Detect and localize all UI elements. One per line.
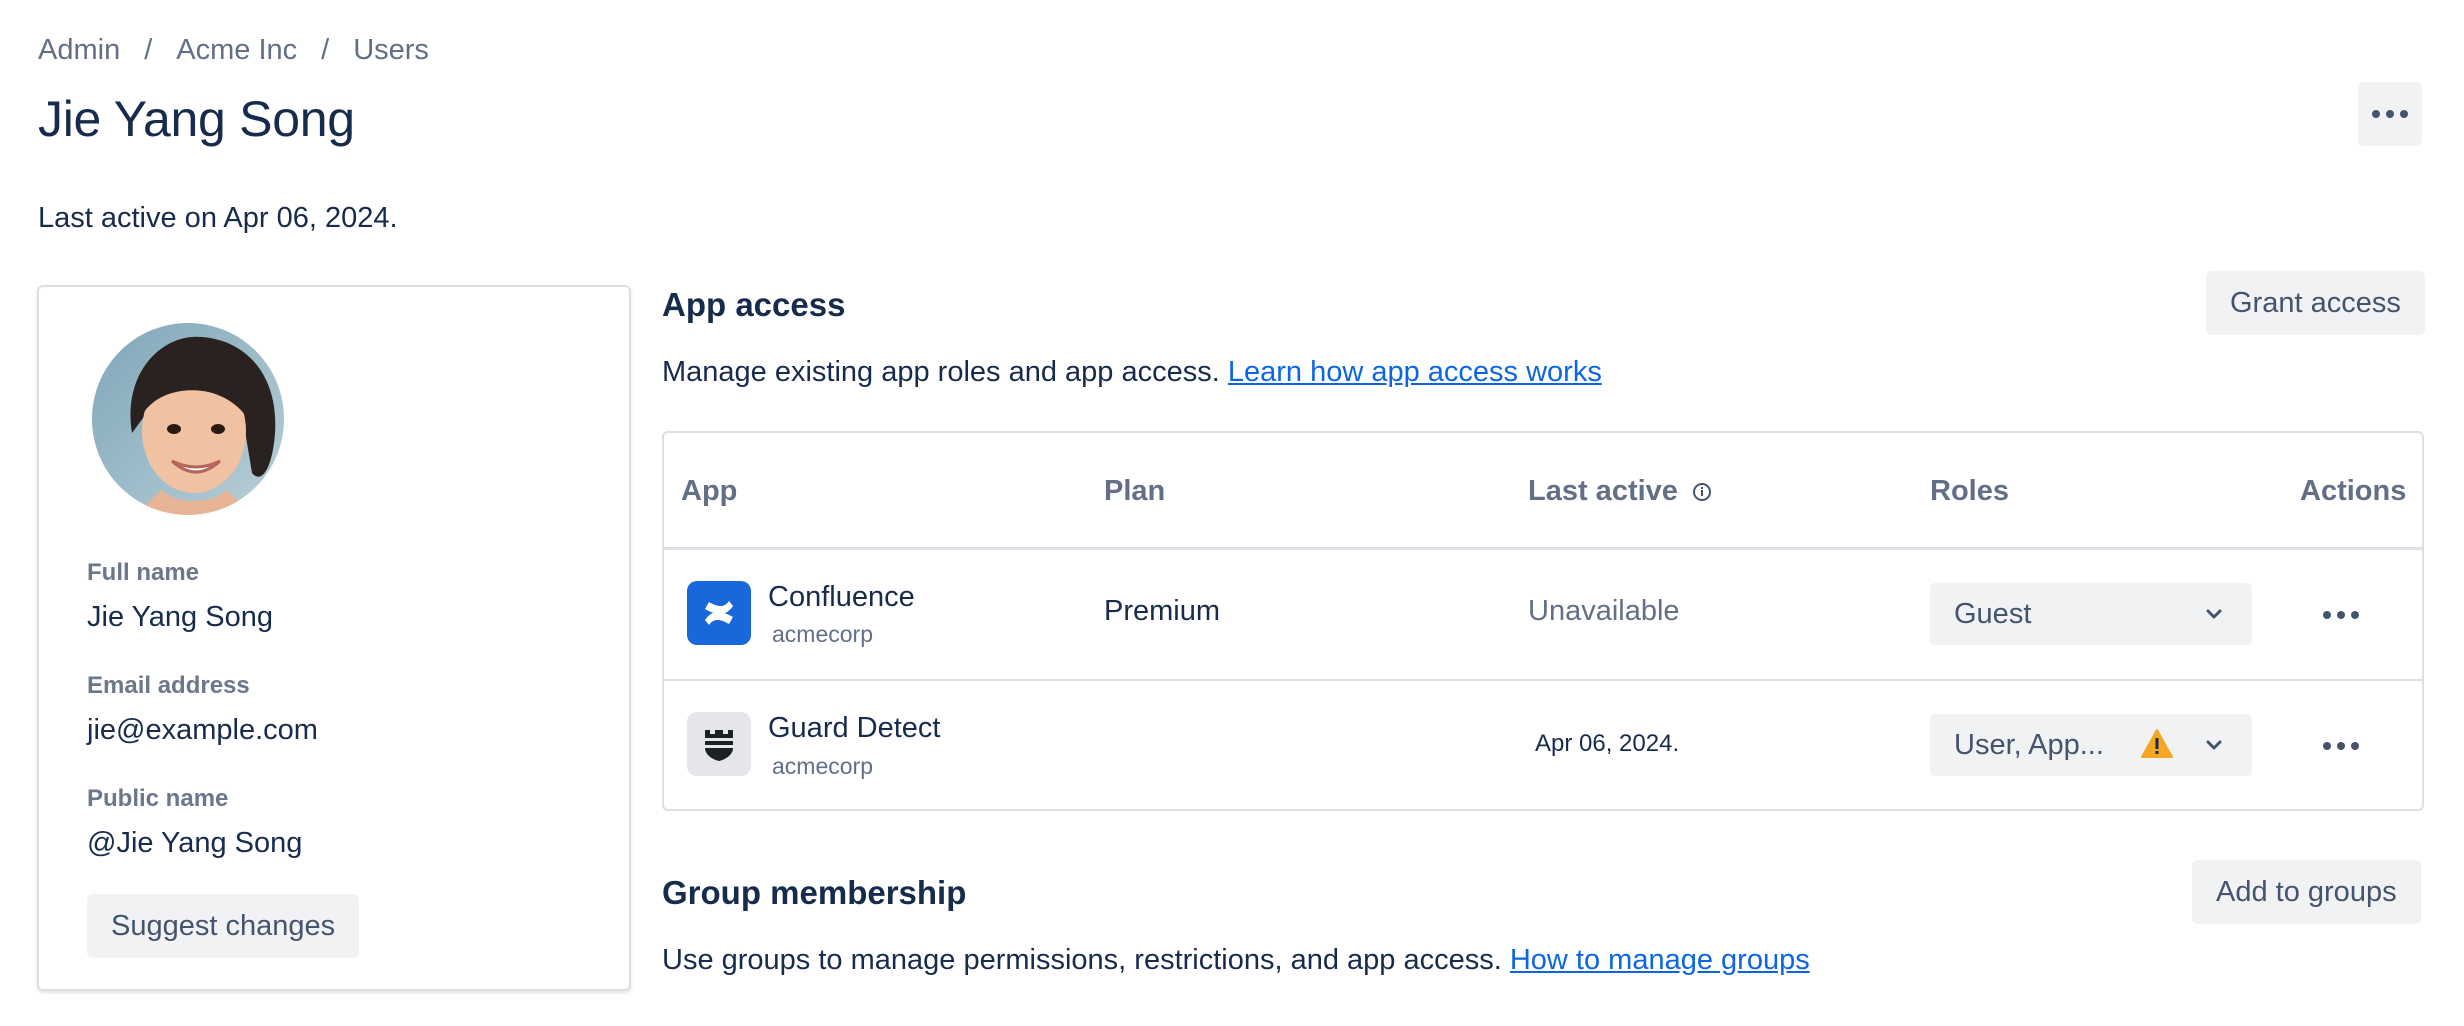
chevron-down-icon <box>2206 740 2222 750</box>
breadcrumb-acme-inc[interactable]: Acme Inc <box>176 34 297 67</box>
row-divider <box>664 679 2422 681</box>
public-name-label: Public name <box>87 785 229 812</box>
roles-select-value: User, App... <box>1954 728 2104 761</box>
roles-select-value: Guest <box>1954 597 2032 630</box>
row-more-actions-button[interactable] <box>2314 595 2368 635</box>
row-more-actions-button[interactable] <box>2314 726 2368 766</box>
warning-icon <box>2141 729 2173 758</box>
guard-detect-icon <box>687 712 751 776</box>
more-icon <box>2323 742 2359 750</box>
suggest-changes-button[interactable]: Suggest changes <box>87 894 360 958</box>
add-to-groups-button[interactable]: Add to groups <box>2192 860 2421 924</box>
app-site: acmecorp <box>772 753 873 779</box>
column-header-roles: Roles <box>1930 475 2009 507</box>
info-icon[interactable] <box>1692 482 1712 502</box>
plan-cell: Premium <box>1104 595 1221 627</box>
full-name-value: Jie Yang Song <box>87 601 273 633</box>
page-title: Jie Yang Song <box>38 91 355 147</box>
breadcrumb-separator: / <box>144 34 153 66</box>
app-access-description: Manage existing app roles and app access… <box>662 356 1602 389</box>
column-header-last-active: Last active <box>1528 475 1712 508</box>
column-header-plan: Plan <box>1104 475 1166 507</box>
learn-app-access-link[interactable]: Learn how app access works <box>1228 356 1602 388</box>
app-access-title: App access <box>662 286 846 323</box>
last-active-text: Last active on Apr 06, 2024. <box>38 202 398 234</box>
group-membership-title: Group membership <box>662 874 967 911</box>
app-name[interactable]: Guard Detect <box>768 712 940 745</box>
roles-select[interactable]: User, App... <box>1930 714 2252 776</box>
breadcrumb-separator: / <box>321 34 330 66</box>
manage-groups-link[interactable]: How to manage groups <box>1510 944 1810 976</box>
app-access-description-text: Manage existing app roles and app access… <box>662 356 1220 388</box>
more-actions-button[interactable] <box>2358 82 2422 146</box>
more-icon <box>2323 611 2359 619</box>
public-name-value: @Jie Yang Song <box>87 827 303 859</box>
header-divider <box>664 547 2422 550</box>
more-icon <box>2372 110 2408 118</box>
user-detail-page: Admin / Acme Inc / Users Jie Yang Song L… <box>0 0 2464 1026</box>
breadcrumb-users[interactable]: Users <box>353 34 429 67</box>
chevron-down-icon <box>2206 609 2222 619</box>
avatar <box>92 323 284 515</box>
confluence-icon <box>687 581 751 645</box>
app-site: acmecorp <box>772 621 873 647</box>
breadcrumb: Admin / Acme Inc / Users <box>38 34 429 67</box>
profile-card: Full name Jie Yang Song Email address ji… <box>37 285 631 991</box>
roles-select[interactable]: Guest <box>1930 583 2252 645</box>
breadcrumb-admin[interactable]: Admin <box>38 34 120 67</box>
email-label: Email address <box>87 672 250 699</box>
group-membership-description: Use groups to manage permissions, restri… <box>662 944 1810 977</box>
app-access-table: App Plan Last active Roles Actions Confl… <box>662 431 2424 811</box>
group-membership-description-text: Use groups to manage permissions, restri… <box>662 944 1502 976</box>
email-value: jie@example.com <box>87 714 318 746</box>
full-name-label: Full name <box>87 559 200 586</box>
last-active-cell: Unavailable <box>1528 595 1680 627</box>
grant-access-button[interactable]: Grant access <box>2206 271 2425 335</box>
app-name[interactable]: Confluence <box>768 581 915 614</box>
column-header-app: App <box>681 475 738 507</box>
column-header-actions: Actions <box>2300 475 2407 507</box>
last-active-cell: Apr 06, 2024. <box>1535 730 1680 757</box>
